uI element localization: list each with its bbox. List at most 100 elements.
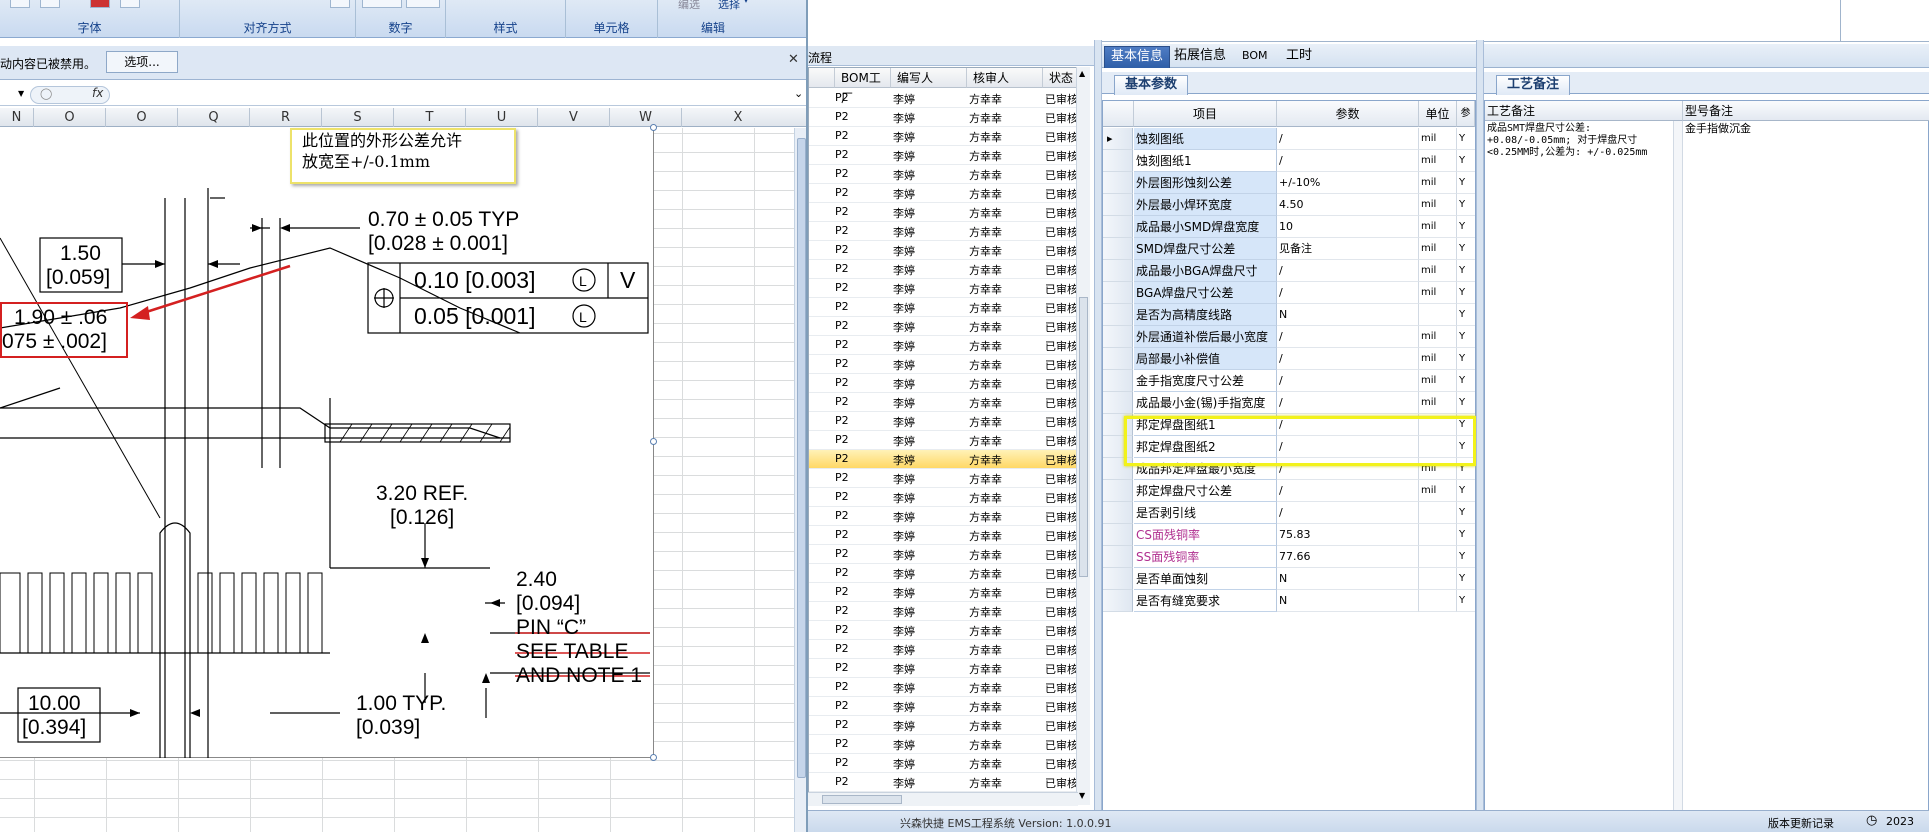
row-header[interactable] [1103,216,1133,238]
ribbon-button[interactable] [10,0,30,8]
params-row[interactable]: 金手指宽度尺寸公差 / mil Y [1103,370,1475,392]
list-row[interactable]: P2 李婷 方幸幸 已审核 [809,488,1086,507]
list-row[interactable]: P2 李婷 方幸幸 已审核 [809,697,1086,716]
ribbon-button[interactable] [40,0,60,8]
list-row[interactable]: P2 李婷 方幸幸 已审核 [809,526,1086,545]
params-row[interactable]: 外层通道补偿后最小宽度 / mil Y [1103,326,1475,348]
list-row[interactable]: P2 李婷 方幸幸 已审核 [809,564,1086,583]
column-header[interactable]: V [538,108,610,127]
params-row[interactable]: SMD焊盘尺寸公差 见备注 mil Y [1103,238,1475,260]
list-row[interactable]: P2 李婷 方幸幸 已审核 [809,184,1086,203]
param-value[interactable]: 75.83 [1277,524,1419,546]
panel-splitter[interactable] [1094,40,1102,810]
param-value[interactable]: 10 [1277,216,1419,238]
list-row[interactable]: P2 李婷 方幸幸 已审核 [809,393,1086,412]
column-header[interactable]: X [682,108,794,127]
list-row[interactable]: P2 李婷 方幸幸 已审核 [809,260,1086,279]
list-row[interactable]: P2 李婷 方幸幸 已审核 [809,773,1086,792]
params-row[interactable]: 外层图形蚀刻公差 +/-10% mil Y [1103,172,1475,194]
list-header-author[interactable]: 编写人 [891,68,967,88]
model-note-text[interactable]: 金手指做沉金 [1685,123,1925,135]
scroll-thumb[interactable] [1079,297,1088,577]
sort-filter-label[interactable]: 编选 [678,0,700,12]
params-row[interactable]: 是否剥引线 / Y [1103,502,1475,524]
list-vertical-scrollbar[interactable]: ▲ ▼ [1076,67,1090,805]
list-row[interactable]: P2 李婷 方幸幸 已审核 [809,165,1086,184]
param-value[interactable]: 4.50 [1277,194,1419,216]
process-note-text[interactable]: 成品SMT焊盘尺寸公差: +0.08/-0.05mm; 对于焊盘尺寸<0.25M… [1487,123,1673,159]
list-row[interactable]: P2 李婷 方幸幸 已审核 [809,241,1086,260]
param-value[interactable]: 见备注 [1277,238,1419,260]
embedded-drawing-image[interactable]: 1.90 ± .06 075 ± .002] 0.70 ± 0.05 TYP [… [0,124,657,761]
param-value[interactable]: / [1277,260,1419,282]
row-header[interactable] [1103,282,1133,304]
params-row[interactable]: 蚀刻图纸1/mil Y [1103,150,1475,172]
column-header[interactable]: T [394,108,466,127]
params-row[interactable]: 邦定焊盘尺寸公差 / mil Y [1103,480,1475,502]
list-row[interactable]: P2 李婷 方幸幸 已审核 [809,203,1086,222]
param-value[interactable]: N [1277,304,1419,326]
row-header[interactable] [1103,370,1133,392]
note-scrollbar[interactable] [1673,121,1683,813]
param-value[interactable]: N [1277,568,1419,590]
column-header[interactable]: U [466,108,538,127]
params-row[interactable]: BGA焊盘尺寸公差 / mil Y [1103,282,1475,304]
list-row[interactable]: P2 李婷 方幸幸 已审核 [809,374,1086,393]
params-row[interactable]: 成品最小SMD焊盘宽度 10 mil Y [1103,216,1475,238]
resize-handle[interactable] [650,754,657,761]
subtab-process-notes[interactable]: 工艺备注 [1496,75,1571,95]
subtab-basic-params[interactable]: 基本参数 [1114,75,1189,95]
scroll-thumb[interactable] [797,138,806,778]
expand-formula-icon[interactable]: ⌄ [794,87,803,100]
param-value[interactable]: / [1277,502,1419,524]
list-row[interactable]: P2 李婷 方幸幸 已审核 [809,89,1086,108]
list-row[interactable]: P2 李婷 方幸幸 已审核 [809,583,1086,602]
params-header-flag[interactable]: 参 [1457,101,1475,127]
row-header[interactable] [1103,546,1133,568]
list-row[interactable]: P2 李婷 方幸幸 已审核 [809,659,1086,678]
row-header[interactable] [1103,326,1133,348]
list-row[interactable]: P2 李婷 方幸幸 已审核 [809,108,1086,127]
param-value[interactable]: / [1277,282,1419,304]
row-header[interactable] [1103,172,1133,194]
column-header[interactable]: Q [178,108,250,127]
list-row[interactable]: P2 李婷 方幸幸 已审核 [809,298,1086,317]
param-value[interactable]: N [1277,590,1419,612]
params-row[interactable]: 局部最小补偿值 / mil Y [1103,348,1475,370]
row-header[interactable]: ▸ [1103,128,1133,150]
param-value[interactable]: / [1277,150,1419,172]
list-header-factory[interactable]: BOM工厂 [835,68,891,105]
list-row[interactable]: P2 李婷 方幸幸 已审核 [809,621,1086,640]
vertical-scrollbar[interactable] [794,128,806,832]
annotation-callout[interactable]: 此位置的外形公差允许 放宽至+/-0.1mm [290,128,516,184]
list-row[interactable]: P2 李婷 方幸幸 已审核 [809,355,1086,374]
param-value[interactable]: +/-10% [1277,172,1419,194]
row-header[interactable] [1103,304,1133,326]
notes-header-model[interactable]: 型号备注 [1683,101,1929,121]
param-value[interactable]: / [1277,370,1419,392]
chevron-down-icon[interactable]: ▾ [744,0,748,5]
params-header-unit[interactable]: 单位 [1419,101,1457,127]
list-row[interactable]: P2 李婷 方幸幸 已审核 [809,450,1086,469]
row-header[interactable] [1103,150,1133,172]
list-row[interactable]: P2 李婷 方幸幸 已审核 [809,640,1086,659]
column-header[interactable]: N [0,108,34,127]
param-value[interactable]: / [1277,326,1419,348]
column-header[interactable]: O [106,108,178,127]
param-value[interactable]: / [1277,128,1419,150]
list-row[interactable]: P2 李婷 方幸幸 已审核 [809,602,1086,621]
scroll-down-icon[interactable]: ▼ [1079,791,1085,800]
column-header[interactable]: S [322,108,394,127]
params-row[interactable]: 成品最小金(锡)手指宽度 / mil Y [1103,392,1475,414]
function-icon[interactable]: fx [92,86,103,100]
row-header[interactable] [1103,348,1133,370]
chevron-down-icon[interactable]: ▼ [18,89,24,98]
tab-basic-info[interactable]: 基本信息 [1104,46,1171,68]
params-header-item[interactable]: 项目 [1134,101,1277,127]
number-format-button[interactable] [406,0,440,8]
process-list[interactable]: BOM工厂 编写人 核审人 状态 P2 李婷 方幸幸 已审核 P2 李婷 方幸幸 已审核 P2 李… [808,67,1086,805]
list-row[interactable]: P2 李婷 方幸幸 已审核 [809,754,1086,773]
params-row[interactable]: SS面残铜率 77.66 Y [1103,546,1475,568]
params-row[interactable]: CS面残铜率 75.83 Y [1103,524,1475,546]
list-row[interactable]: P2 李婷 方幸幸 已审核 [809,412,1086,431]
